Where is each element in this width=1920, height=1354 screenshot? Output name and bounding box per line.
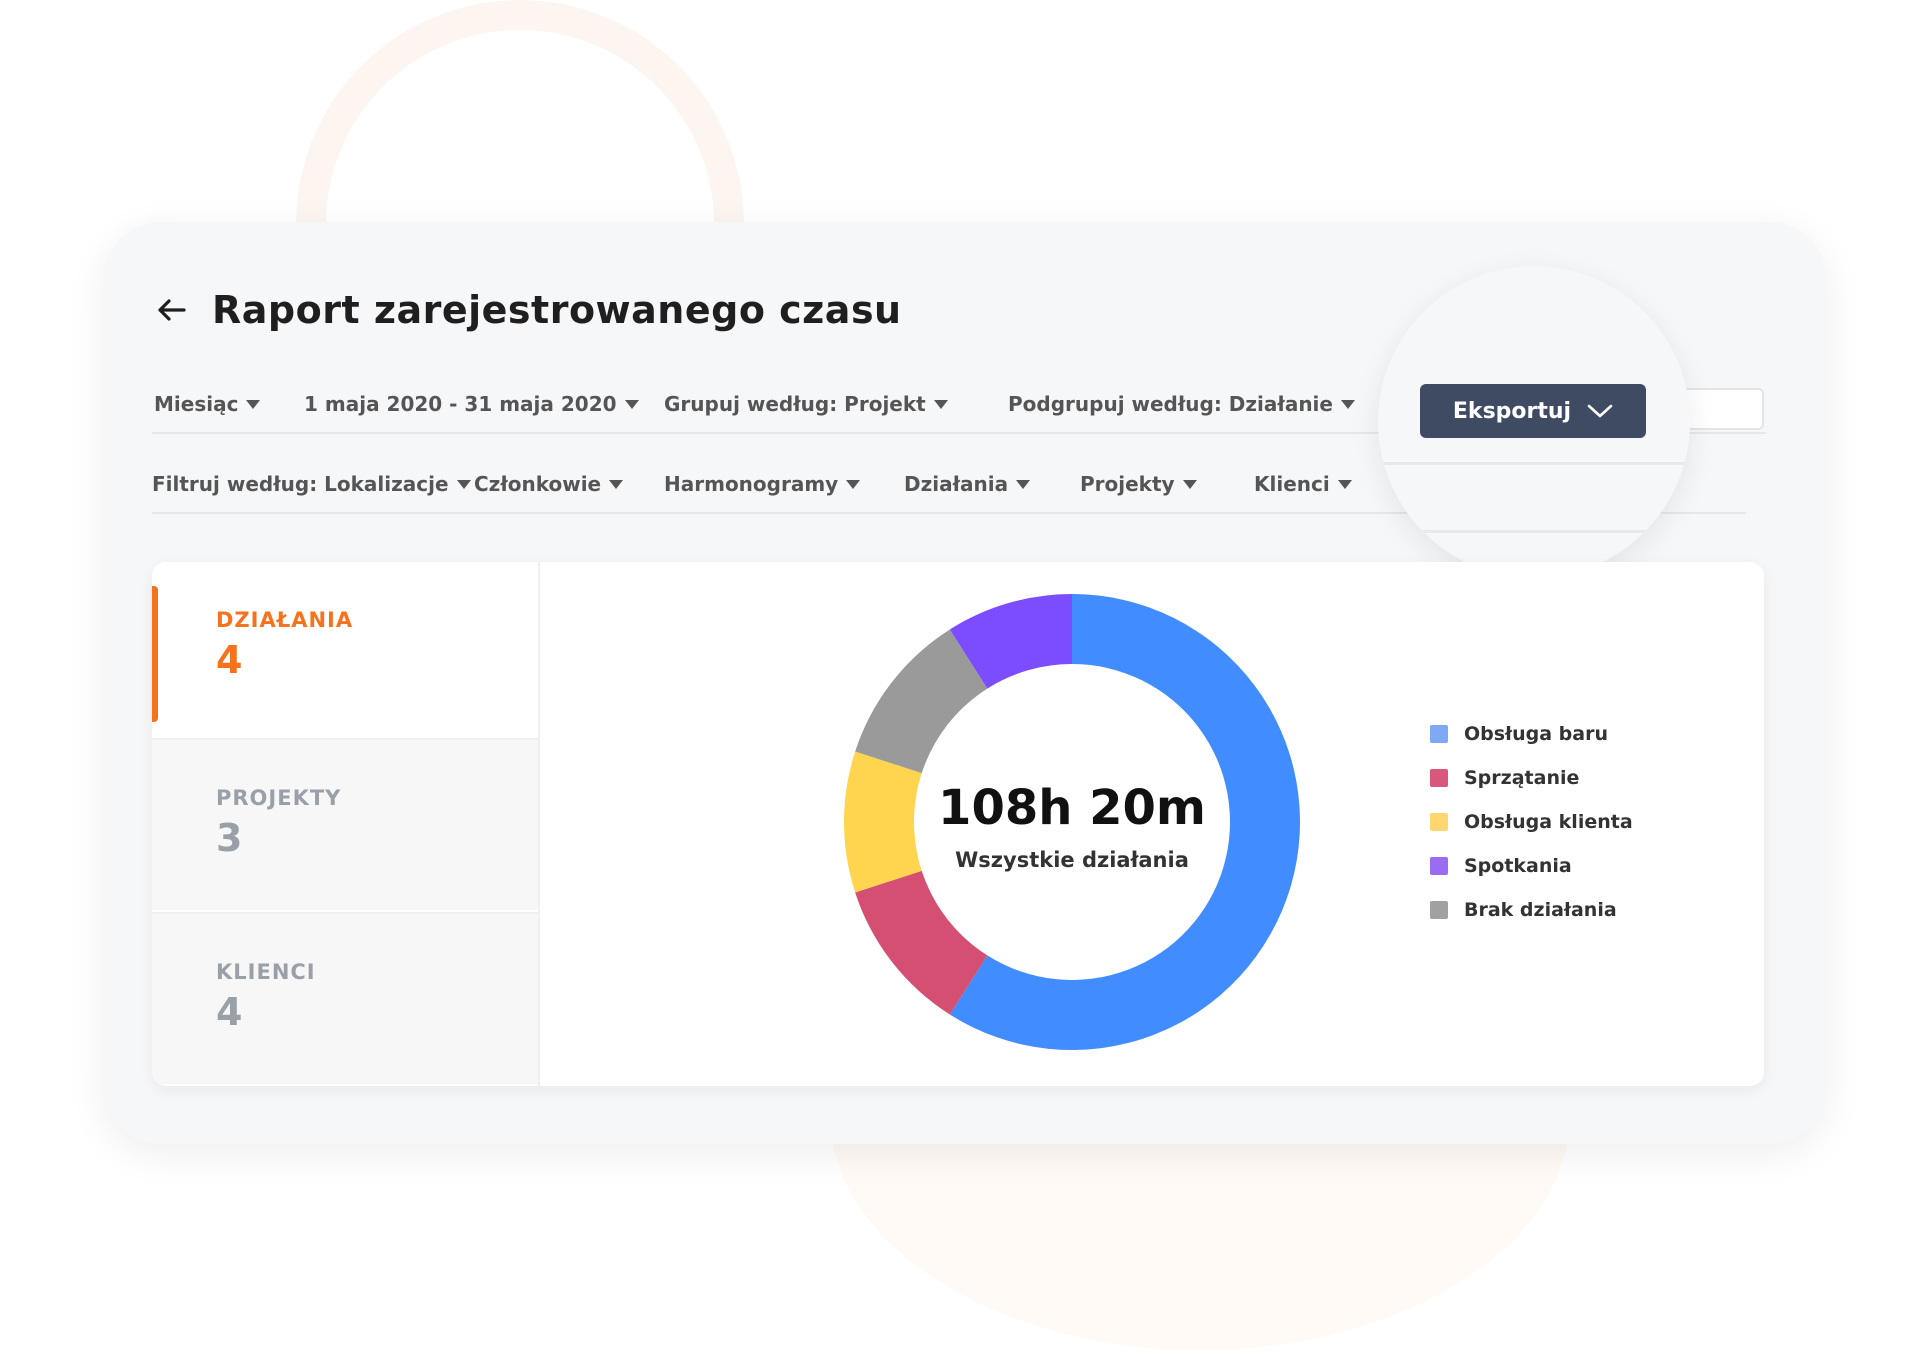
legend-swatch (1430, 857, 1448, 875)
filter-schedules-dropdown[interactable]: Harmonogramy (664, 472, 861, 496)
filter-projects-dropdown[interactable]: Projekty (1080, 472, 1197, 496)
caret-down-icon (1016, 479, 1031, 489)
caret-down-icon (1337, 479, 1352, 489)
summary-tab-clients[interactable]: KLIENCI 4 (152, 912, 538, 1084)
report-card: Raport zarejestrowanego czasu Miesiąc 1 … (104, 222, 1826, 1144)
legend-item[interactable]: Obsługa baru (1430, 712, 1633, 756)
date-range-label: 1 maja 2020 - 31 maja 2020 (304, 392, 617, 416)
caret-down-icon (933, 399, 948, 409)
summary-tab-projects[interactable]: PROJEKTY 3 (152, 738, 538, 910)
subgroup-by-label: Podgrupuj według: Działanie (1008, 392, 1333, 416)
caret-down-icon (1182, 479, 1197, 489)
summary-tab-label: PROJEKTY (216, 786, 342, 810)
legend-item[interactable]: Obsługa klienta (1430, 800, 1633, 844)
chevron-down-icon (1587, 404, 1613, 418)
legend-label: Spotkania (1464, 855, 1572, 877)
group-by-dropdown[interactable]: Grupuj według: Projekt (664, 392, 948, 416)
filter-locations-dropdown[interactable]: Filtruj według: Lokalizacje (152, 472, 471, 496)
caret-down-icon (246, 399, 261, 409)
caret-down-icon (846, 479, 861, 489)
summary-tab-count: 4 (216, 638, 243, 682)
search-input[interactable] (1682, 388, 1764, 430)
summary-tab-activities[interactable]: DZIAŁANIA 4 (152, 562, 538, 734)
caret-down-icon (456, 479, 471, 489)
filter-projects-label: Projekty (1080, 472, 1175, 496)
legend-item[interactable]: Brak działania (1430, 888, 1633, 932)
filter-members-dropdown[interactable]: Członkowie (474, 472, 624, 496)
export-button[interactable]: Eksportuj (1420, 384, 1646, 438)
caret-down-icon (624, 399, 639, 409)
filter-locations-label: Filtruj według: Lokalizacje (152, 472, 449, 496)
legend-item[interactable]: Sprzątanie (1430, 756, 1633, 800)
legend-swatch (1430, 901, 1448, 919)
caret-down-icon (1340, 399, 1355, 409)
donut-slice-2[interactable] (844, 751, 922, 893)
period-dropdown[interactable]: Miesiąc (154, 392, 261, 416)
legend-label: Obsługa baru (1464, 723, 1608, 745)
legend-label: Obsługa klienta (1464, 811, 1633, 833)
filter-clients-dropdown[interactable]: Klienci (1254, 472, 1352, 496)
active-indicator (152, 586, 158, 722)
legend-swatch (1430, 769, 1448, 787)
page-title: Raport zarejestrowanego czasu (212, 288, 902, 332)
export-magnifier: Eksportuj (1378, 266, 1690, 578)
legend-label: Brak działania (1464, 899, 1617, 921)
summary-tab-count: 3 (216, 816, 243, 860)
filter-members-label: Członkowie (474, 472, 602, 496)
date-range-dropdown[interactable]: 1 maja 2020 - 31 maja 2020 (304, 392, 639, 416)
summary-tab-label: DZIAŁANIA (216, 608, 354, 632)
export-button-label: Eksportuj (1452, 398, 1572, 424)
chart-total-label: Wszystkie działania (955, 848, 1189, 872)
legend-item[interactable]: Spotkania (1430, 844, 1633, 888)
title-row: Raport zarejestrowanego czasu (154, 288, 902, 332)
divider (1378, 530, 1690, 533)
filter-clients-label: Klienci (1254, 472, 1330, 496)
caret-down-icon (609, 479, 624, 489)
legend-label: Sprzątanie (1464, 767, 1580, 789)
chart-total: 108h 20m (938, 780, 1206, 836)
chart-legend: Obsługa baru Sprzątanie Obsługa klienta Spo… (1430, 712, 1633, 932)
period-dropdown-label: Miesiąc (154, 392, 239, 416)
filter-schedules-label: Harmonogramy (664, 472, 839, 496)
filter-activities-dropdown[interactable]: Działania (904, 472, 1031, 496)
summary-tab-count: 4 (216, 990, 243, 1034)
group-by-label: Grupuj według: Projekt (664, 392, 926, 416)
filter-activities-label: Działania (904, 472, 1009, 496)
summary-tab-label: KLIENCI (216, 960, 316, 984)
divider (1378, 462, 1690, 465)
legend-swatch (1430, 725, 1448, 743)
summary-sidebar: DZIAŁANIA 4 PROJEKTY 3 KLIENCI 4 (152, 562, 540, 1086)
back-arrow-icon[interactable] (154, 292, 190, 328)
subgroup-by-dropdown[interactable]: Podgrupuj według: Działanie (1008, 392, 1355, 416)
report-panel: DZIAŁANIA 4 PROJEKTY 3 KLIENCI 4 108h 20… (152, 562, 1764, 1086)
legend-swatch (1430, 813, 1448, 831)
